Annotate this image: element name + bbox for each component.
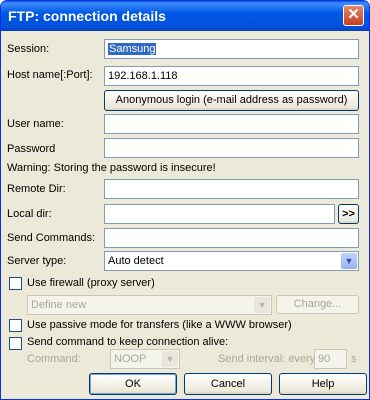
send-commands-input[interactable] [104, 228, 359, 248]
passive-mode-label: Use passive mode for transfers (like a W… [27, 319, 292, 331]
session-value: Samsung [108, 43, 157, 55]
server-type-select[interactable]: Auto detect ▼ [104, 251, 359, 271]
password-warning: Warning: Storing the password is insecur… [7, 162, 216, 174]
keepalive-label: Send command to keep connection alive: [27, 336, 229, 348]
local-dir-browse-button[interactable]: >> [338, 204, 359, 224]
firewall-select-value: Define new [31, 299, 87, 311]
window-title: FTP: connection details [8, 8, 166, 24]
chevron-down-icon[interactable]: ▼ [162, 351, 178, 367]
chevron-down-icon[interactable]: ▼ [254, 297, 270, 313]
host-value: 192.168.1.118 [108, 70, 178, 82]
host-input[interactable]: 192.168.1.118 [104, 66, 359, 86]
local-dir-input[interactable] [104, 204, 335, 224]
dialog-body: Session: Samsung Host name[:Port]: 192.1… [4, 31, 367, 396]
ftp-connection-dialog: FTP: connection details ✕ Session: Samsu… [0, 0, 370, 400]
password-label: Password [7, 143, 56, 155]
keepalive-command-label: Command: [27, 353, 81, 365]
ok-button[interactable]: OK [89, 373, 177, 395]
keepalive-checkbox[interactable] [9, 337, 22, 350]
keepalive-interval-value: 90 [318, 353, 331, 365]
host-label: Host name[:Port]: [7, 69, 93, 81]
close-button[interactable]: ✕ [343, 5, 364, 26]
firewall-select[interactable]: Define new ▼ [27, 295, 272, 315]
user-input[interactable] [104, 114, 359, 134]
title-bar[interactable]: FTP: connection details ✕ [1, 1, 369, 31]
keepalive-interval-unit: s [351, 353, 357, 365]
send-commands-label: Send Commands: [7, 232, 96, 244]
firewall-checkbox[interactable] [9, 277, 22, 290]
user-label: User name: [7, 118, 64, 130]
session-label: Session: [7, 43, 50, 55]
keepalive-command-value: NOOP [114, 353, 147, 365]
server-type-label: Server type: [7, 255, 67, 267]
cancel-button[interactable]: Cancel [184, 373, 272, 395]
help-button[interactable]: Help [279, 373, 367, 395]
firewall-label: Use firewall (proxy server) [27, 277, 155, 289]
server-type-value: Auto detect [108, 255, 164, 267]
remote-dir-label: Remote Dir: [7, 183, 66, 195]
password-input[interactable] [104, 138, 359, 158]
anonymous-login-button[interactable]: Anonymous login (e-mail address as passw… [104, 90, 359, 111]
keepalive-command-select[interactable]: NOOP ▼ [110, 349, 180, 369]
passive-mode-checkbox[interactable] [9, 319, 22, 332]
session-input[interactable]: Samsung [104, 39, 359, 59]
local-dir-label: Local dir: [7, 208, 52, 220]
keepalive-interval-input[interactable]: 90 [314, 349, 347, 369]
firewall-change-button[interactable]: Change... [276, 295, 359, 314]
chevron-down-icon[interactable]: ▼ [341, 253, 357, 269]
close-icon: ✕ [347, 6, 360, 23]
keepalive-interval-label: Send interval: every [218, 353, 316, 365]
remote-dir-input[interactable] [104, 179, 359, 199]
